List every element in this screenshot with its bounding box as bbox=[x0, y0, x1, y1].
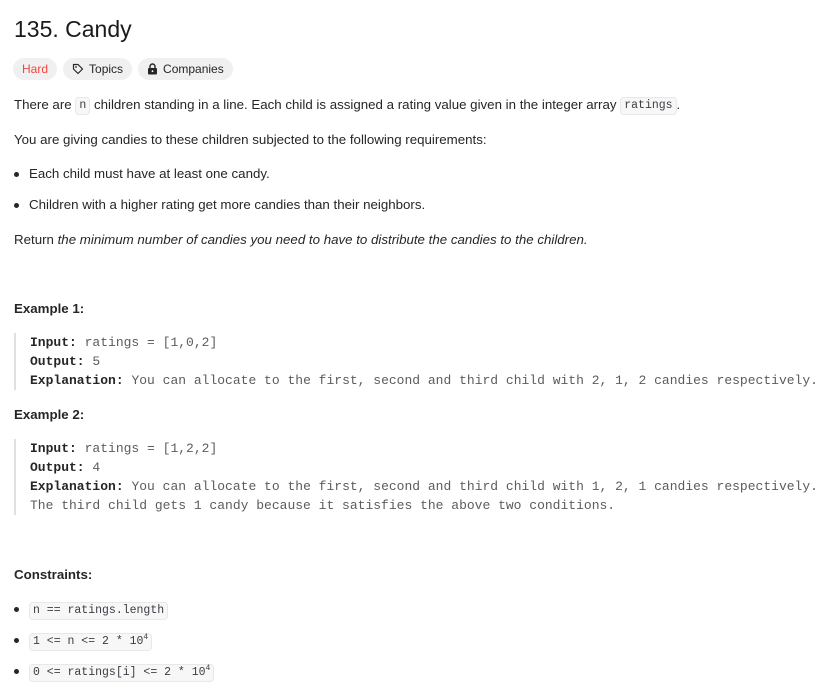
bullet-icon bbox=[14, 669, 19, 674]
bullet-icon bbox=[14, 607, 19, 612]
companies-label: Companies bbox=[163, 62, 224, 76]
example-2-block: Input: ratings = [1,2,2] Output: 4 Expla… bbox=[14, 439, 818, 515]
constraint-2: 1 <= n <= 2 * 104 bbox=[29, 632, 153, 651]
constraints-heading: Constraints: bbox=[14, 567, 93, 582]
example-2-heading: Example 2: bbox=[14, 407, 85, 422]
requirement-2: Children with a higher rating get more c… bbox=[29, 197, 426, 212]
return-statement: Return the minimum number of candies you… bbox=[14, 232, 588, 247]
topics-label: Topics bbox=[89, 62, 124, 76]
problem-title: 135. Candy bbox=[14, 16, 132, 42]
tag-icon bbox=[72, 63, 84, 75]
description-line-2: You are giving candies to these children… bbox=[14, 132, 487, 147]
example-1-heading: Example 1: bbox=[14, 301, 85, 316]
bullet-icon bbox=[14, 203, 19, 208]
topics-button[interactable]: Topics bbox=[63, 58, 133, 80]
inline-code-n: n bbox=[75, 97, 91, 115]
difficulty-badge: Hard bbox=[13, 58, 58, 80]
bullet-icon bbox=[14, 638, 19, 643]
description-line-1: There are n children standing in a line.… bbox=[14, 96, 680, 115]
bullet-icon bbox=[14, 172, 19, 177]
requirement-1: Each child must have at least one candy. bbox=[29, 166, 270, 181]
constraint-1: n == ratings.length bbox=[29, 601, 169, 620]
companies-button[interactable]: Companies bbox=[138, 58, 233, 80]
example-1-block: Input: ratings = [1,0,2] Output: 5 Expla… bbox=[14, 333, 818, 390]
lock-icon bbox=[148, 63, 158, 75]
constraint-3: 0 <= ratings[i] <= 2 * 104 bbox=[29, 663, 215, 682]
tag-row: Hard Topics Companies bbox=[13, 58, 233, 80]
inline-code-ratings: ratings bbox=[620, 97, 677, 115]
